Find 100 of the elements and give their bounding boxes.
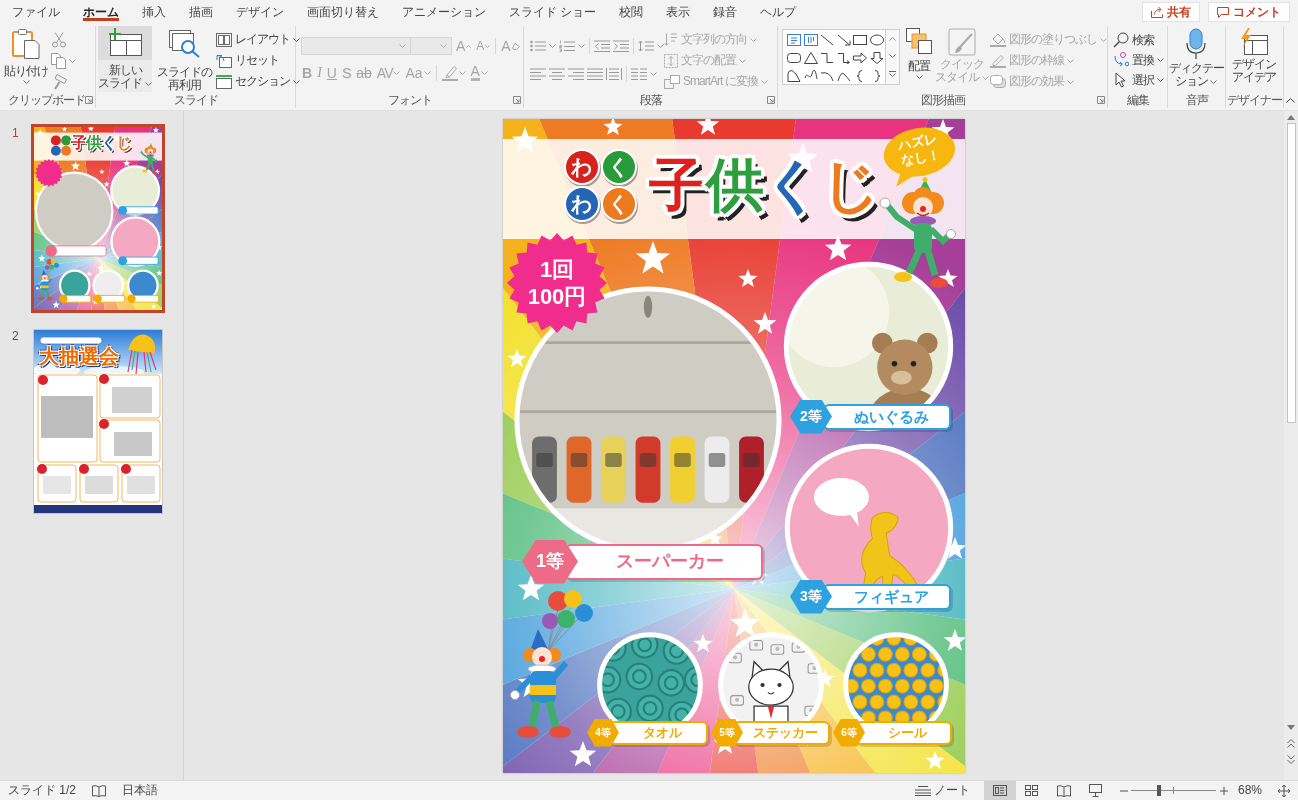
indent-icon xyxy=(613,40,629,52)
bullets-button[interactable] xyxy=(530,40,556,52)
rectangle-icon[interactable] xyxy=(853,34,867,46)
increase-indent-button[interactable] xyxy=(613,40,629,52)
caret-icon xyxy=(458,71,466,75)
thumbnail-title: 子供くじ xyxy=(71,133,131,153)
block-right-arrow-icon[interactable] xyxy=(853,52,867,64)
numbered-list-icon xyxy=(559,40,575,52)
select-button[interactable]: 選択 xyxy=(1113,70,1164,90)
columns-icon xyxy=(631,68,647,80)
align-right-button[interactable] xyxy=(568,68,584,80)
arrange-button[interactable]: 配置 xyxy=(904,26,935,92)
caret-icon xyxy=(549,44,556,48)
arc-icon[interactable] xyxy=(820,70,834,82)
arrow-line-icon[interactable] xyxy=(836,34,851,46)
text-box-icon[interactable] xyxy=(787,34,801,46)
triangle-icon[interactable] xyxy=(803,52,818,64)
two-pages-icon xyxy=(51,53,66,69)
caret-down-icon xyxy=(485,44,491,48)
ribbon-tab[interactable]: 校閲 xyxy=(607,0,655,24)
open-book-icon xyxy=(1056,784,1071,797)
zoom-level[interactable]: 68% xyxy=(1237,783,1262,798)
layout-button[interactable]: レイアウト xyxy=(216,29,300,50)
ribbon-tab[interactable]: ヘルプ xyxy=(748,0,808,24)
four-way-arrows-icon[interactable] xyxy=(1278,784,1290,797)
columns-button[interactable] xyxy=(631,68,657,80)
curve-icon[interactable] xyxy=(836,70,851,82)
ribbon-tab[interactable]: ファイル xyxy=(0,0,71,24)
slide-thumbnail[interactable]: 子供くじ xyxy=(31,124,165,313)
group-label: フォント xyxy=(387,92,432,108)
rounded-rectangle-icon[interactable] xyxy=(787,52,801,64)
spelling-button[interactable] xyxy=(92,784,106,797)
comment-button[interactable]: コメント xyxy=(1208,2,1290,22)
ribbon-tab[interactable]: アニメーション xyxy=(390,0,497,24)
ribbon-tab[interactable]: スライド ショー xyxy=(497,0,608,24)
elbow-connector-icon[interactable] xyxy=(820,52,834,64)
grid-icon xyxy=(1025,785,1039,796)
justify-icon xyxy=(587,68,603,80)
outdent-icon xyxy=(594,40,610,52)
caret-up-icon[interactable] xyxy=(1286,98,1295,103)
double-caret-down-icon[interactable] xyxy=(1287,755,1295,764)
ribbon-tab[interactable]: 挿入 xyxy=(130,0,177,24)
double-caret-up-icon[interactable] xyxy=(1287,739,1295,748)
group-label: 音声 xyxy=(1185,92,1208,108)
group-label: クリップボード xyxy=(8,92,85,108)
line-icon[interactable] xyxy=(820,34,834,46)
clipboard-icon xyxy=(12,28,40,59)
ribbon-tab[interactable]: 描画 xyxy=(177,0,224,24)
plus-icon[interactable] xyxy=(1219,786,1228,795)
bulleted-list-icon xyxy=(530,40,546,52)
ribbon-tab[interactable]: デザイン xyxy=(224,0,295,24)
ribbon-tab[interactable]: 表示 xyxy=(654,0,702,24)
normal-view-button[interactable] xyxy=(983,781,1016,800)
dictation-button[interactable]: ディクテー ション xyxy=(1168,26,1224,92)
share-button[interactable]: 共有 xyxy=(1142,2,1200,22)
eraser-icon xyxy=(511,42,520,50)
elbow-arrow-connector-icon[interactable] xyxy=(836,52,851,64)
justify-button[interactable] xyxy=(587,68,603,80)
align-left-icon xyxy=(530,68,546,80)
freeform-icon[interactable] xyxy=(787,70,801,82)
align-center-button[interactable] xyxy=(549,68,565,80)
corner-arrow-icon[interactable] xyxy=(85,96,93,104)
reset-button[interactable]: リセット xyxy=(216,50,300,71)
zoom-slider-thumb[interactable] xyxy=(1157,785,1161,796)
search-icon xyxy=(1113,32,1129,48)
corner-arrow-icon[interactable] xyxy=(1097,96,1105,104)
ribbon-tab[interactable]: 録音 xyxy=(701,0,749,24)
scribble-icon[interactable] xyxy=(803,70,818,82)
align-left-button[interactable] xyxy=(530,68,546,80)
corner-arrow-icon[interactable] xyxy=(513,96,521,104)
triangle-down-icon[interactable] xyxy=(1287,725,1295,730)
align-right-icon xyxy=(568,68,584,80)
vertical-text-box-icon[interactable] xyxy=(803,34,818,46)
design-ideas-button[interactable]: デザイン アイデア xyxy=(1226,26,1282,92)
reuse-slides-button[interactable]: スライドの 再利用 xyxy=(156,26,212,92)
triangle-up-icon[interactable] xyxy=(1287,115,1295,120)
caret-icon xyxy=(22,80,30,84)
caret-down-icon[interactable] xyxy=(888,54,896,58)
copy-button[interactable] xyxy=(51,53,76,69)
overlapping-squares-icon xyxy=(906,28,933,54)
dashed-box-arrows-icon xyxy=(664,53,678,68)
paste-button[interactable]: 貼り付け xyxy=(4,26,48,92)
find-button[interactable]: 検索 xyxy=(1113,30,1164,50)
scrollbar-thumb[interactable] xyxy=(1286,123,1296,423)
distributed-button[interactable] xyxy=(606,68,622,80)
corner-arrow-icon[interactable] xyxy=(767,96,775,104)
oval-icon[interactable] xyxy=(869,34,884,46)
notes-button[interactable]: ノート xyxy=(914,784,970,797)
group-label: 段落 xyxy=(639,92,662,108)
block-down-arrow-icon[interactable] xyxy=(869,52,884,64)
decrease-indent-button[interactable] xyxy=(594,40,610,52)
line-spacing-button[interactable] xyxy=(638,40,664,52)
ribbon-tab[interactable]: 画面切り替え xyxy=(295,0,390,24)
bar-caret-down-icon[interactable] xyxy=(888,71,896,78)
numbering-button[interactable] xyxy=(559,40,585,52)
language-button[interactable]: 日本語 xyxy=(122,784,158,797)
caret-icon xyxy=(399,44,406,48)
section-button[interactable]: セクション xyxy=(216,71,300,92)
replace-button[interactable]: 置換 xyxy=(1113,50,1164,70)
new-slide-button[interactable]: 新しい スライド xyxy=(98,26,152,92)
